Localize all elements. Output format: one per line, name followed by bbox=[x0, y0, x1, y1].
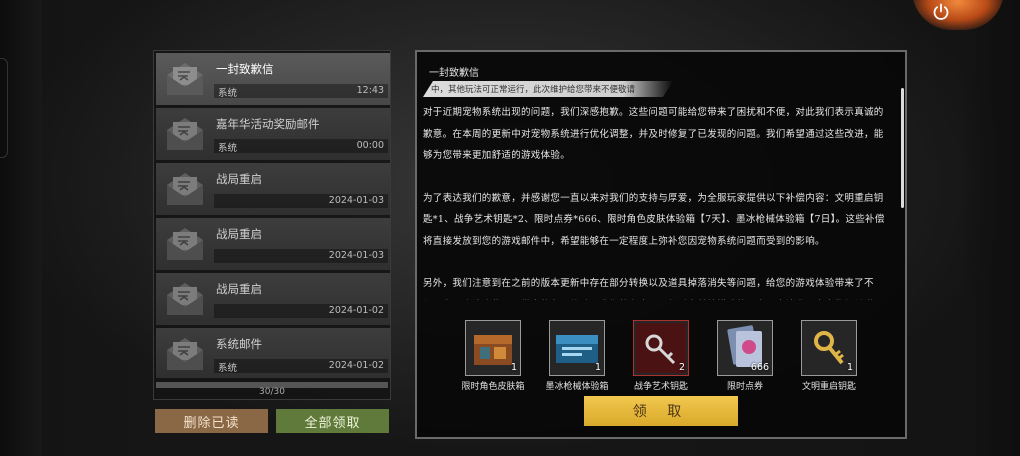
mail-item[interactable]: 战局重启 2024-01-03 bbox=[156, 163, 390, 215]
mail-title: 嘉年华活动奖励邮件 bbox=[216, 117, 320, 131]
reward-slot[interactable]: 2 bbox=[633, 320, 689, 376]
envelope-icon bbox=[164, 334, 206, 374]
mail-content-panel: 一封致歉信 中，其他玩法可正常运行，此次维护给您带来不便敬请 对于近期宠物系统出… bbox=[415, 50, 907, 439]
reward-slot[interactable]: 666 bbox=[717, 320, 773, 376]
mail-meta-bar: 系统 2024-01-02 bbox=[214, 359, 388, 374]
mail-time: 2024-01-03 bbox=[328, 250, 384, 261]
mail-meta-bar: 2024-01-03 bbox=[214, 194, 388, 208]
mail-paragraph: 为了表达我们的歉意，并感谢您一直以来对我们的支持与厚爱，为全服玩家提供以下补偿内… bbox=[423, 192, 885, 247]
envelope-icon bbox=[164, 169, 206, 209]
mail-meta-bar: 2024-01-03 bbox=[214, 249, 388, 263]
reward-name: 限时点券 bbox=[726, 382, 763, 392]
scrolling-notice-bar: 中，其他玩法可正常运行，此次维护给您带来不便敬请 bbox=[423, 81, 673, 97]
mail-list: 一封致歉信 系统 12:43 嘉年华活动奖励邮件 系统 00:00 战局重启 2… bbox=[156, 53, 390, 381]
reward-item[interactable]: 1 限时角色皮肤箱 bbox=[461, 320, 525, 392]
mail-item[interactable]: 战局重启 2024-01-03 bbox=[156, 218, 390, 270]
reward-item[interactable]: 666 限时点券 bbox=[715, 320, 775, 392]
reward-quantity: 1 bbox=[510, 362, 517, 373]
side-handle bbox=[0, 58, 8, 158]
reward-slot[interactable]: 1 bbox=[801, 320, 857, 376]
mail-title: 系统邮件 bbox=[216, 337, 262, 351]
mail-time: 12:43 bbox=[356, 85, 384, 96]
mail-meta-bar: 系统 00:00 bbox=[214, 139, 388, 154]
mail-sender: 系统 bbox=[218, 363, 238, 374]
reward-name: 战争艺术钥匙 bbox=[633, 382, 688, 392]
reward-item[interactable]: 2 战争艺术钥匙 bbox=[631, 320, 691, 392]
power-icon bbox=[933, 3, 949, 20]
collect-all-button[interactable]: 全部领取 bbox=[276, 409, 389, 433]
reward-slot[interactable]: 1 bbox=[465, 320, 521, 376]
mail-item[interactable]: 一封致歉信 系统 12:43 bbox=[156, 53, 390, 105]
mail-item[interactable]: 战局重启 2024-01-02 bbox=[156, 273, 390, 325]
mail-title: 一封致歉信 bbox=[216, 62, 274, 76]
mail-title: 战局重启 bbox=[216, 282, 262, 296]
mail-paragraph: 对于近期宠物系统出现的问题，我们深感抱歉。这些问题可能给您带来了困扰和不便，对此… bbox=[423, 107, 884, 161]
mail-content-title: 一封致歉信 bbox=[429, 68, 479, 79]
mail-time: 2024-01-03 bbox=[328, 195, 384, 206]
scrolling-notice-text: 中，其他玩法可正常运行，此次维护给您带来不便敬请 bbox=[431, 85, 636, 95]
reward-quantity: 666 bbox=[750, 362, 769, 373]
power-button[interactable] bbox=[928, 0, 954, 24]
mail-sender: 系统 bbox=[218, 88, 238, 99]
reward-name: 文明重启钥匙 bbox=[801, 382, 856, 392]
mail-paragraph: 另外，我们注意到在之前的版本更新中存在部分转换以及道具掉落消失等问题，给您的游戏… bbox=[423, 278, 874, 300]
reward-item[interactable]: 1 文明重启钥匙 bbox=[799, 320, 859, 392]
mail-body-scrollbar[interactable] bbox=[901, 88, 904, 208]
reward-name: 限时角色皮肤箱 bbox=[461, 382, 525, 392]
delete-read-button[interactable]: 删除已读 bbox=[155, 409, 268, 433]
mail-count: 30/30 bbox=[259, 387, 285, 397]
mail-meta-bar: 2024-01-02 bbox=[214, 304, 388, 318]
mail-time: 2024-01-02 bbox=[328, 360, 384, 371]
mail-time: 00:00 bbox=[356, 140, 384, 151]
mail-list-panel: 一封致歉信 系统 12:43 嘉年华活动奖励邮件 系统 00:00 战局重启 2… bbox=[153, 50, 391, 400]
envelope-icon bbox=[164, 59, 206, 99]
mail-title: 战局重启 bbox=[216, 227, 262, 241]
mail-body[interactable]: 对于近期宠物系统出现的问题，我们深感抱歉。这些问题可能给您带来了困扰和不便，对此… bbox=[423, 102, 893, 300]
reward-item[interactable]: 1 墨冰枪械体验箱 bbox=[545, 320, 609, 392]
claim-button[interactable]: 领 取 bbox=[584, 396, 738, 426]
mail-sender: 系统 bbox=[218, 143, 238, 154]
reward-slot[interactable]: 1 bbox=[549, 320, 605, 376]
mail-title: 战局重启 bbox=[216, 172, 262, 186]
reward-quantity: 1 bbox=[846, 362, 853, 373]
mail-meta-bar: 系统 12:43 bbox=[214, 84, 388, 99]
reward-quantity: 1 bbox=[594, 362, 601, 373]
background-right-shade bbox=[960, 0, 1020, 456]
envelope-icon bbox=[164, 224, 206, 264]
reward-name: 墨冰枪械体验箱 bbox=[545, 382, 609, 392]
envelope-icon bbox=[164, 279, 206, 319]
reward-quantity: 2 bbox=[678, 362, 685, 373]
reward-items: 1 限时角色皮肤箱 1 墨冰枪械体验箱 2 战争艺术钥匙 666 限时点券 1 … bbox=[461, 320, 881, 396]
mail-item[interactable]: 系统邮件 系统 2024-01-02 bbox=[156, 328, 390, 378]
mail-time: 2024-01-02 bbox=[328, 305, 384, 316]
mail-item[interactable]: 嘉年华活动奖励邮件 系统 00:00 bbox=[156, 108, 390, 160]
envelope-icon bbox=[164, 114, 206, 154]
